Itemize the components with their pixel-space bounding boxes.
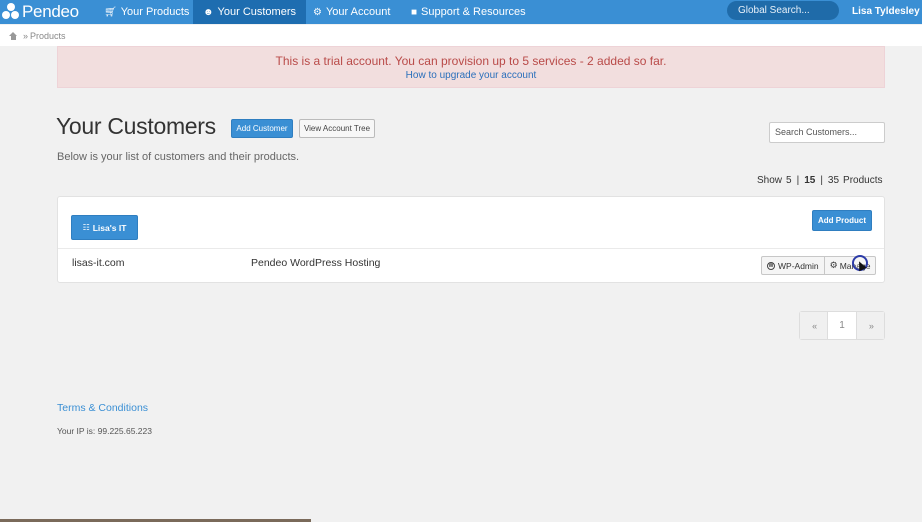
separator: | xyxy=(820,175,823,186)
pagination: « 1 » xyxy=(799,311,885,340)
page-subtitle: Below is your list of customers and thei… xyxy=(57,151,300,163)
separator: | xyxy=(796,175,800,186)
folder-icon: ■ xyxy=(411,6,418,18)
next-page-button[interactable]: » xyxy=(855,312,884,339)
show-option-35[interactable]: 35 xyxy=(828,175,839,186)
nav-your-products[interactable]: 🛒︎ Your Products xyxy=(94,0,199,24)
wp-admin-button[interactable]: W WP-Admin xyxy=(761,256,825,275)
manage-button[interactable]: ⚙ Manage xyxy=(824,256,877,275)
nav-label: Your Products xyxy=(120,6,190,18)
breadcrumb-current: Products xyxy=(30,30,66,41)
customer-name: Lisa's IT xyxy=(92,222,127,233)
show-label: Show xyxy=(757,175,783,186)
nav-label: Your Customers xyxy=(217,6,296,18)
customer-button[interactable]: ☷ Lisa's IT xyxy=(71,215,138,240)
nav-your-account[interactable]: ⚙ Your Account xyxy=(303,0,400,24)
nav-label: Your Account xyxy=(325,6,391,18)
brand-logo[interactable]: Pendeo xyxy=(2,0,79,24)
trial-alert: This is a trial account. You can provisi… xyxy=(57,46,885,88)
show-option-5[interactable]: 5 xyxy=(786,175,792,186)
product-domain: lisas-it.com xyxy=(72,257,125,269)
sitemap-icon: ☷ xyxy=(82,223,90,232)
upgrade-link[interactable]: How to upgrade your account xyxy=(58,70,884,81)
gear-icon: ⚙ xyxy=(829,260,838,270)
pendeo-logo-icon xyxy=(2,3,20,21)
global-search-input[interactable]: Global Search... xyxy=(727,1,839,20)
page-title: Your Customers xyxy=(56,113,216,139)
product-service: Pendeo WordPress Hosting xyxy=(251,257,381,269)
show-option-15[interactable]: 15 xyxy=(804,175,815,186)
wp-admin-label: WP-Admin xyxy=(778,260,819,271)
home-icon[interactable] xyxy=(9,31,18,40)
nav-your-customers[interactable]: ☻ Your Customers xyxy=(193,0,306,24)
show-suffix: Products xyxy=(843,175,883,186)
breadcrumb-separator: » xyxy=(23,30,29,41)
add-customer-button[interactable]: Add Customer xyxy=(231,119,293,138)
users-icon: ☻ xyxy=(203,6,214,18)
wordpress-icon: W xyxy=(767,261,775,270)
nav-label: Support & Resources xyxy=(421,6,526,18)
top-navbar: Pendeo 🛒︎ Your Products ☻ Your Customers… xyxy=(0,0,922,24)
terms-link[interactable]: Terms & Conditions xyxy=(57,402,148,414)
view-account-tree-button[interactable]: View Account Tree xyxy=(299,119,375,138)
search-customers-input[interactable]: Search Customers... xyxy=(769,122,885,143)
cart-icon: 🛒︎ xyxy=(104,6,117,18)
customer-panel: ☷ Lisa's IT Add Product lisas-it.com Pen… xyxy=(57,196,885,283)
nav-support-resources[interactable]: ■ Support & Resources xyxy=(401,0,536,24)
page-number[interactable]: 1 xyxy=(827,312,855,339)
brand-name: Pendeo xyxy=(22,2,79,21)
user-menu[interactable]: Lisa Tyldesley xyxy=(852,0,920,22)
prev-page-button[interactable]: « xyxy=(800,312,828,339)
breadcrumb: » Products xyxy=(0,25,922,46)
cogs-icon: ⚙ xyxy=(313,6,322,18)
show-per-page: Show 5 | 15 | 35 Products xyxy=(757,175,883,186)
divider xyxy=(58,248,884,249)
trial-alert-message: This is a trial account. You can provisi… xyxy=(275,54,667,68)
ip-address-text: Your IP is: 99.225.65.223 xyxy=(57,426,152,436)
add-product-button[interactable]: Add Product xyxy=(812,210,872,231)
